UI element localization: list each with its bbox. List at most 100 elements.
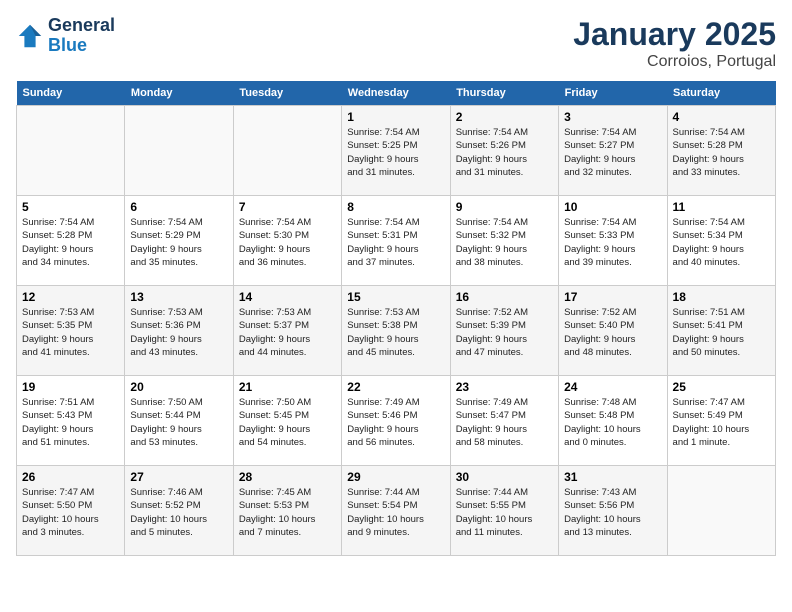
day-number: 27 [130, 470, 227, 484]
calendar-cell: 25 Sunrise: 7:47 AM Sunset: 5:49 PM Dayli… [667, 376, 775, 466]
day-number: 7 [239, 200, 336, 214]
logo-line2: Blue [48, 36, 115, 56]
calendar-cell: 6 Sunrise: 7:54 AM Sunset: 5:29 PM Daylig… [125, 196, 233, 286]
day-info: Sunrise: 7:49 AM Sunset: 5:46 PM Dayligh… [347, 396, 444, 449]
day-number: 16 [456, 290, 553, 304]
day-info: Sunrise: 7:54 AM Sunset: 5:26 PM Dayligh… [456, 126, 553, 179]
day-info: Sunrise: 7:53 AM Sunset: 5:35 PM Dayligh… [22, 306, 119, 359]
day-number: 22 [347, 380, 444, 394]
calendar-cell: 26 Sunrise: 7:47 AM Sunset: 5:50 PM Dayli… [17, 466, 125, 556]
day-info: Sunrise: 7:54 AM Sunset: 5:25 PM Dayligh… [347, 126, 444, 179]
day-number: 30 [456, 470, 553, 484]
day-info: Sunrise: 7:43 AM Sunset: 5:56 PM Dayligh… [564, 486, 661, 539]
day-info: Sunrise: 7:54 AM Sunset: 5:32 PM Dayligh… [456, 216, 553, 269]
day-info: Sunrise: 7:50 AM Sunset: 5:45 PM Dayligh… [239, 396, 336, 449]
day-number: 29 [347, 470, 444, 484]
calendar-cell: 11Sunrise: 7:54 AM Sunset: 5:34 PM Dayli… [667, 196, 775, 286]
day-number: 23 [456, 380, 553, 394]
day-number: 6 [130, 200, 227, 214]
day-number: 13 [130, 290, 227, 304]
calendar-cell: 10 Sunrise: 7:54 AM Sunset: 5:33 PM Dayli… [559, 196, 667, 286]
day-number: 28 [239, 470, 336, 484]
calendar-cell: 2Sunrise: 7:54 AM Sunset: 5:26 PM Daylig… [450, 106, 558, 196]
day-info: Sunrise: 7:54 AM Sunset: 5:28 PM Dayligh… [673, 126, 770, 179]
day-info: Sunrise: 7:50 AM Sunset: 5:44 PM Dayligh… [130, 396, 227, 449]
weekday-header-thursday: Thursday [450, 81, 558, 106]
calendar-cell: 12 Sunrise: 7:53 AM Sunset: 5:35 PM Dayli… [17, 286, 125, 376]
day-number: 12 [22, 290, 119, 304]
calendar-cell: 23 Sunrise: 7:49 AM Sunset: 5:47 PM Dayli… [450, 376, 558, 466]
calendar-cell: 7 Sunrise: 7:54 AM Sunset: 5:30 PM Daylig… [233, 196, 341, 286]
day-info: Sunrise: 7:54 AM Sunset: 5:30 PM Dayligh… [239, 216, 336, 269]
day-info: Sunrise: 7:49 AM Sunset: 5:47 PM Dayligh… [456, 396, 553, 449]
day-info: Sunrise: 7:48 AM Sunset: 5:48 PM Dayligh… [564, 396, 661, 449]
day-number: 17 [564, 290, 661, 304]
day-info: Sunrise: 7:45 AM Sunset: 5:53 PM Dayligh… [239, 486, 336, 539]
title-area: January 2025 Corroios, Portugal [573, 16, 776, 71]
day-info: Sunrise: 7:53 AM Sunset: 5:36 PM Dayligh… [130, 306, 227, 359]
calendar-cell: 5 Sunrise: 7:54 AM Sunset: 5:28 PM Daylig… [17, 196, 125, 286]
calendar-cell: 29 Sunrise: 7:44 AM Sunset: 5:54 PM Dayli… [342, 466, 450, 556]
day-info: Sunrise: 7:54 AM Sunset: 5:31 PM Dayligh… [347, 216, 444, 269]
day-number: 26 [22, 470, 119, 484]
calendar-cell: 27 Sunrise: 7:46 AM Sunset: 5:52 PM Dayli… [125, 466, 233, 556]
calendar-cell [125, 106, 233, 196]
day-number: 31 [564, 470, 661, 484]
calendar-week-row: 1Sunrise: 7:54 AM Sunset: 5:25 PM Daylig… [17, 106, 776, 196]
logo: General Blue [16, 16, 115, 56]
day-info: Sunrise: 7:54 AM Sunset: 5:28 PM Dayligh… [22, 216, 119, 269]
day-info: Sunrise: 7:44 AM Sunset: 5:54 PM Dayligh… [347, 486, 444, 539]
day-info: Sunrise: 7:54 AM Sunset: 5:33 PM Dayligh… [564, 216, 661, 269]
calendar-cell: 3 Sunrise: 7:54 AM Sunset: 5:27 PM Daylig… [559, 106, 667, 196]
day-number: 5 [22, 200, 119, 214]
calendar-title: January 2025 [573, 16, 776, 53]
day-number: 9 [456, 200, 553, 214]
day-info: Sunrise: 7:47 AM Sunset: 5:49 PM Dayligh… [673, 396, 770, 449]
calendar-cell: 30 Sunrise: 7:44 AM Sunset: 5:55 PM Dayli… [450, 466, 558, 556]
day-info: Sunrise: 7:44 AM Sunset: 5:55 PM Dayligh… [456, 486, 553, 539]
calendar-week-row: 19Sunrise: 7:51 AM Sunset: 5:43 PM Dayli… [17, 376, 776, 466]
calendar-cell: 13 Sunrise: 7:53 AM Sunset: 5:36 PM Dayli… [125, 286, 233, 376]
day-number: 15 [347, 290, 444, 304]
day-info: Sunrise: 7:46 AM Sunset: 5:52 PM Dayligh… [130, 486, 227, 539]
calendar-cell: 8 Sunrise: 7:54 AM Sunset: 5:31 PM Daylig… [342, 196, 450, 286]
calendar-cell: 31 Sunrise: 7:43 AM Sunset: 5:56 PM Dayli… [559, 466, 667, 556]
calendar-cell: 15 Sunrise: 7:53 AM Sunset: 5:38 PM Dayli… [342, 286, 450, 376]
calendar-cell: 24 Sunrise: 7:48 AM Sunset: 5:48 PM Dayli… [559, 376, 667, 466]
calendar-cell: 17 Sunrise: 7:52 AM Sunset: 5:40 PM Dayli… [559, 286, 667, 376]
day-number: 24 [564, 380, 661, 394]
weekday-header-saturday: Saturday [667, 81, 775, 106]
calendar-cell: 1Sunrise: 7:54 AM Sunset: 5:25 PM Daylig… [342, 106, 450, 196]
calendar-cell: 28 Sunrise: 7:45 AM Sunset: 5:53 PM Dayli… [233, 466, 341, 556]
day-number: 10 [564, 200, 661, 214]
day-info: Sunrise: 7:53 AM Sunset: 5:38 PM Dayligh… [347, 306, 444, 359]
day-info: Sunrise: 7:52 AM Sunset: 5:40 PM Dayligh… [564, 306, 661, 359]
day-info: Sunrise: 7:51 AM Sunset: 5:43 PM Dayligh… [22, 396, 119, 449]
weekday-header-tuesday: Tuesday [233, 81, 341, 106]
day-number: 3 [564, 110, 661, 124]
weekday-header-monday: Monday [125, 81, 233, 106]
day-info: Sunrise: 7:51 AM Sunset: 5:41 PM Dayligh… [673, 306, 770, 359]
logo-line1: General [48, 16, 115, 36]
calendar-table: SundayMondayTuesdayWednesdayThursdayFrid… [16, 81, 776, 556]
day-number: 14 [239, 290, 336, 304]
page-header: General Blue January 2025 Corroios, Port… [16, 16, 776, 71]
weekday-header-wednesday: Wednesday [342, 81, 450, 106]
calendar-cell: 18 Sunrise: 7:51 AM Sunset: 5:41 PM Dayli… [667, 286, 775, 376]
calendar-cell: 22 Sunrise: 7:49 AM Sunset: 5:46 PM Dayli… [342, 376, 450, 466]
calendar-cell: 16Sunrise: 7:52 AM Sunset: 5:39 PM Dayli… [450, 286, 558, 376]
logo-icon [16, 22, 44, 50]
day-number: 20 [130, 380, 227, 394]
calendar-cell: 14 Sunrise: 7:53 AM Sunset: 5:37 PM Dayli… [233, 286, 341, 376]
day-info: Sunrise: 7:54 AM Sunset: 5:34 PM Dayligh… [673, 216, 770, 269]
day-number: 21 [239, 380, 336, 394]
day-number: 4 [673, 110, 770, 124]
day-number: 25 [673, 380, 770, 394]
day-info: Sunrise: 7:53 AM Sunset: 5:37 PM Dayligh… [239, 306, 336, 359]
day-number: 18 [673, 290, 770, 304]
day-number: 8 [347, 200, 444, 214]
day-info: Sunrise: 7:47 AM Sunset: 5:50 PM Dayligh… [22, 486, 119, 539]
day-info: Sunrise: 7:54 AM Sunset: 5:27 PM Dayligh… [564, 126, 661, 179]
day-info: Sunrise: 7:54 AM Sunset: 5:29 PM Dayligh… [130, 216, 227, 269]
weekday-header-sunday: Sunday [17, 81, 125, 106]
